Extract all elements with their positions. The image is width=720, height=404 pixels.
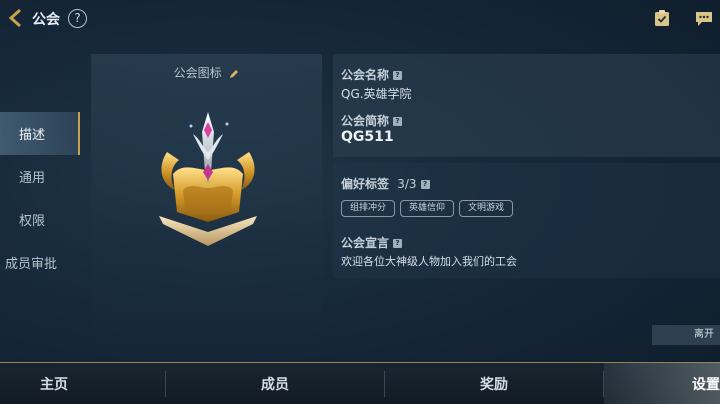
tags-list: 组排冲分 英雄信仰 文明游戏 (341, 200, 514, 217)
nav-item-label: 通用 (19, 171, 46, 186)
declaration-label-row: 公会宣言? (341, 234, 403, 251)
bottom-tab-bar: 主页 成员 奖励 设置 (0, 362, 720, 404)
tags-label: 偏好标签 (341, 177, 390, 191)
help-circle-icon[interactable]: ? (68, 9, 87, 28)
tags-label-row: 偏好标签 3/3? (341, 175, 430, 192)
guild-abbr-label: 公会简称 (341, 114, 390, 128)
tab-settings[interactable]: 设置 (604, 363, 720, 404)
declaration-value: 欢迎各位大神级人物加入我们的工会 (341, 255, 517, 268)
back-button[interactable] (4, 6, 28, 30)
tag-chip[interactable]: 英雄信仰 (400, 200, 455, 217)
emblem-title: 公会图标 (173, 66, 222, 80)
emblem-panel: 公会图标 (91, 54, 322, 354)
tab-members[interactable]: 成员 (166, 363, 384, 404)
guild-abbr-value: QG511 (341, 129, 394, 145)
help-icon[interactable]: ? (393, 117, 403, 126)
nav-item-label: 成员审批 (5, 257, 58, 272)
guild-tags-panel: 偏好标签 3/3? 组排冲分 英雄信仰 文明游戏 公会宣言? 欢迎各位大神级人物… (333, 163, 720, 278)
back-chevron-icon (8, 8, 21, 28)
help-icon[interactable]: ? (420, 180, 430, 189)
tab-home[interactable]: 主页 (0, 363, 108, 404)
side-nav: 描述 通用 权限 成员审批 (0, 112, 80, 284)
guild-name-label-row: 公会名称? (341, 66, 403, 83)
help-icon[interactable]: ? (393, 71, 403, 80)
guild-abbr-label-row: 公会简称? (341, 112, 403, 129)
nav-item-label: 权限 (19, 214, 46, 229)
guild-emblem-icon[interactable] (153, 112, 263, 252)
guild-name-value: QG.英雄学院 (341, 87, 412, 101)
nav-item-label: 描述 (19, 128, 46, 143)
top-bar: 公会 ? (0, 0, 720, 40)
tab-label: 成员 (261, 377, 289, 393)
guild-name-label: 公会名称 (341, 68, 390, 82)
help-icon[interactable]: ? (393, 239, 403, 248)
tab-rewards[interactable]: 奖励 (385, 363, 603, 404)
tab-label: 设置 (692, 377, 720, 393)
chat-bubble-icon[interactable] (694, 8, 714, 28)
nav-item-description[interactable]: 描述 (0, 112, 80, 155)
tag-chip[interactable]: 组排冲分 (341, 200, 396, 217)
pencil-edit-icon[interactable] (229, 69, 239, 79)
guild-info-panel: 公会名称? QG.英雄学院 公会简称? QG511 (333, 54, 720, 157)
nav-item-permissions[interactable]: 权限 (0, 198, 80, 241)
tab-label: 奖励 (480, 377, 508, 393)
nav-item-member-approval[interactable]: 成员审批 (0, 241, 80, 284)
leave-button[interactable]: 离开 (652, 325, 720, 345)
checklist-clipboard-icon[interactable] (652, 8, 672, 28)
nav-item-general[interactable]: 通用 (0, 155, 80, 198)
tab-label: 主页 (40, 377, 68, 393)
page-title: 公会 (32, 12, 60, 28)
emblem-title-row: 公会图标 (91, 64, 322, 81)
tag-chip[interactable]: 文明游戏 (459, 200, 514, 217)
declaration-label: 公会宣言 (341, 236, 390, 250)
tags-count: 3/3 (397, 177, 417, 191)
